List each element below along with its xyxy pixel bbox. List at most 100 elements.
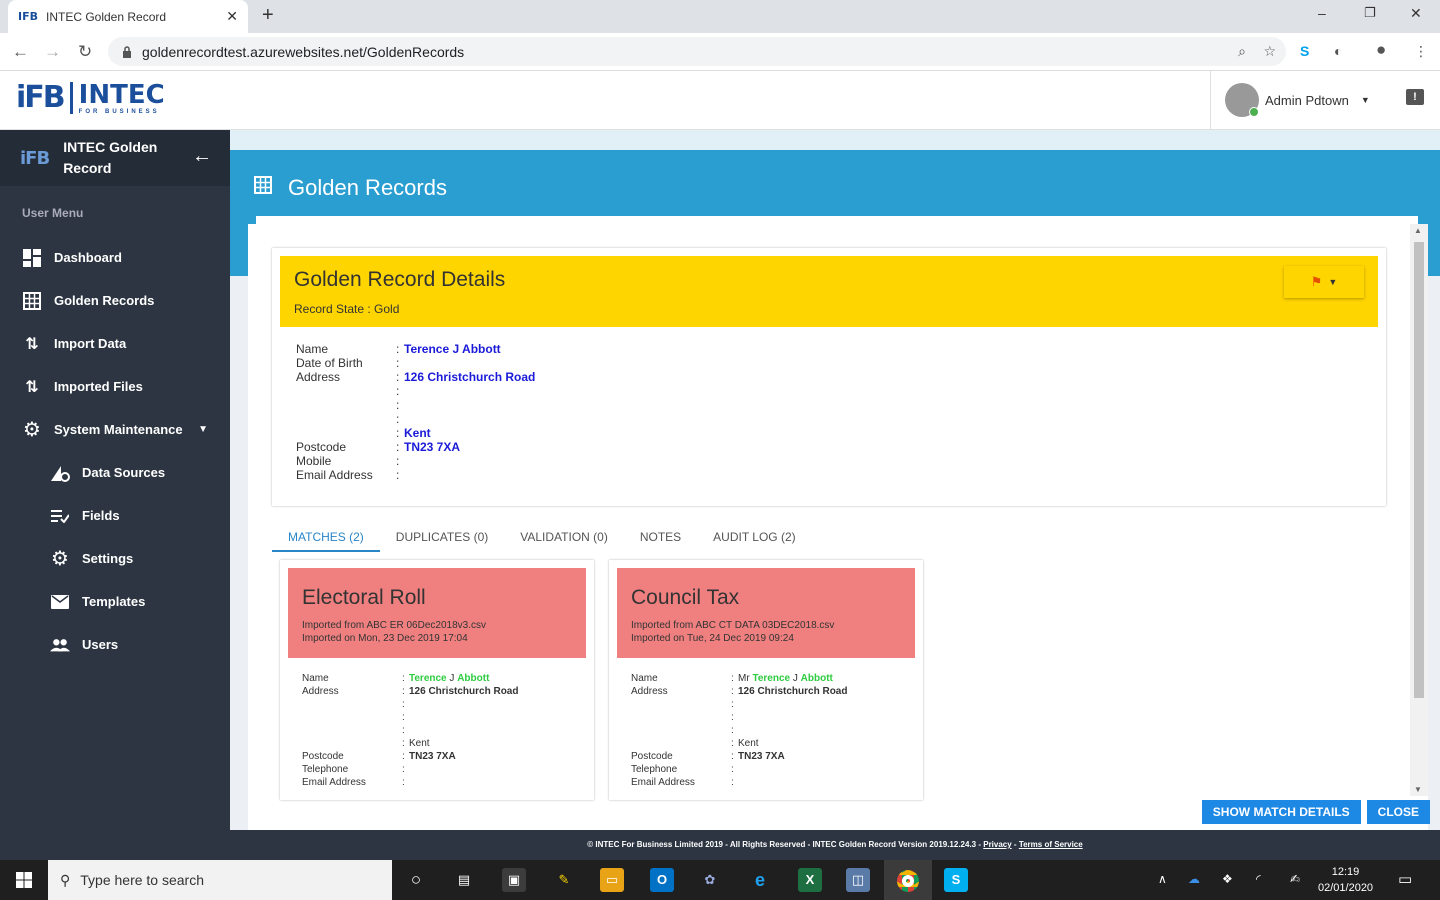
field-value: Kent xyxy=(738,738,759,749)
close-tab-icon[interactable]: ✕ xyxy=(226,8,238,25)
field-value: Mr Terence J Abbott xyxy=(738,673,833,684)
sidebar-item-imported-files[interactable]: ⇅ Imported Files xyxy=(0,365,230,408)
task-view-icon[interactable]: ▤ xyxy=(452,868,476,892)
feedback-icon[interactable]: ! xyxy=(1406,89,1424,105)
scroll-down-icon[interactable]: ▼ xyxy=(1414,785,1422,794)
privacy-link[interactable]: Privacy xyxy=(983,840,1011,849)
profile-icon[interactable]: ● xyxy=(1376,40,1386,60)
zoom-icon[interactable]: ⌕ xyxy=(1238,43,1246,60)
maximize-icon[interactable]: ❐ xyxy=(1364,5,1376,21)
field-label: Email Address xyxy=(631,777,695,788)
details-header: Golden Record Details Record State : Gol… xyxy=(280,256,1378,327)
logo-text: INTEC FOR BUSINESS xyxy=(79,81,165,115)
outlook-icon[interactable]: O xyxy=(650,868,674,892)
back-icon[interactable]: ← xyxy=(12,42,29,62)
field-row: : xyxy=(296,384,535,398)
snipping-tool-icon[interactable]: ◫ xyxy=(846,868,870,892)
forward-icon[interactable]: → xyxy=(44,42,61,62)
tab-audit-log[interactable]: AUDIT LOG (2) xyxy=(697,520,811,552)
field-label: Email Address xyxy=(302,777,366,788)
search-placeholder[interactable]: Type here to search xyxy=(80,872,204,888)
sidebar-item-settings[interactable]: ⚙ Settings xyxy=(0,537,230,580)
tab-duplicates[interactable]: DUPLICATES (0) xyxy=(380,520,504,552)
match-card-council-tax[interactable]: Council Tax Imported from ABC CT DATA 03… xyxy=(609,560,923,800)
cortana-icon[interactable]: ○ xyxy=(404,868,428,892)
user-name[interactable]: Admin Pdtown xyxy=(1265,93,1349,108)
chrome-taskbar-button[interactable] xyxy=(884,860,932,900)
scroll-up-icon[interactable]: ▲ xyxy=(1414,226,1422,235)
close-button[interactable]: CLOSE xyxy=(1366,800,1430,824)
sidebar-item-label: Templates xyxy=(82,594,146,609)
caret-down-icon[interactable]: ▼ xyxy=(1361,95,1370,105)
browser-tab[interactable]: IFB INTEC Golden Record ✕ xyxy=(8,0,248,33)
sidebar-item-label: Golden Records xyxy=(54,293,155,308)
match-imported-on: Imported on Mon, 23 Dec 2019 17:04 xyxy=(302,633,468,644)
users-icon xyxy=(50,635,70,655)
app-footer: © INTEC For Business Limited 2019 - All … xyxy=(230,830,1440,860)
chevron-down-icon[interactable]: ▼ xyxy=(198,424,208,435)
excel-icon[interactable]: X xyxy=(798,868,822,892)
taskbar-search[interactable]: ⚲ Type here to search xyxy=(48,860,392,900)
wifi-icon[interactable]: ◜ xyxy=(1256,872,1261,886)
sidebar-app-name: INTEC Golden Record xyxy=(63,139,158,176)
taskbar-clock[interactable]: 12:19 02/01/2020 xyxy=(1318,864,1373,896)
match-fields: Name: Terence J Abbott Address:126 Christ… xyxy=(302,673,519,788)
tab-matches[interactable]: MATCHES (2) xyxy=(272,520,380,552)
terms-link[interactable]: Terms of Service xyxy=(1019,840,1083,849)
sidebar-item-fields[interactable]: Fields xyxy=(0,494,230,537)
sidebar-item-golden-records[interactable]: Golden Records xyxy=(0,279,230,322)
details-fields: Name: Terence J Abbott Date of Birth: Add… xyxy=(296,342,535,482)
app-icon[interactable]: ✎ xyxy=(552,868,576,892)
pen-icon[interactable]: ✍ xyxy=(1290,872,1300,886)
field-label: Name xyxy=(631,673,658,684)
intec-logo[interactable]: iFB INTEC FOR BUSINESS xyxy=(16,80,165,116)
match-imported-from: Imported from ABC CT DATA 03DEC2018.csv xyxy=(631,620,835,631)
scrollbar-thumb[interactable] xyxy=(1414,242,1424,698)
panel-scrollbar[interactable]: ▲ ▼ xyxy=(1410,224,1428,796)
import-arrows-icon: ⇅ xyxy=(25,335,39,353)
address-toolbar: ← → ↻ goldenrecordtest.azurewebsites.net… xyxy=(0,33,1440,71)
sidebar-item-data-sources[interactable]: Data Sources xyxy=(0,451,230,494)
match-card-electoral-roll[interactable]: Electoral Roll Imported from ABC ER 06De… xyxy=(280,560,594,800)
new-tab-button[interactable]: + xyxy=(262,4,274,27)
flag-dropdown-button[interactable]: ⚑ ▼ xyxy=(1284,266,1364,298)
show-match-details-button[interactable]: SHOW MATCH DETAILS xyxy=(1201,800,1361,824)
windows-start-icon[interactable] xyxy=(16,872,32,888)
windows-taskbar: ⚲ Type here to search ○ ▤ ▣ ✎ ▭ O ✿ e X … xyxy=(0,860,1440,900)
import-arrows-icon: ⇅ xyxy=(25,378,39,396)
reload-icon[interactable]: ↻ xyxy=(78,42,92,62)
file-explorer-icon[interactable]: ▭ xyxy=(600,868,624,892)
tab-validation[interactable]: VALIDATION (0) xyxy=(504,520,624,552)
field-row: : Kent xyxy=(296,426,535,440)
user-menu[interactable]: Admin Pdtown ▼ ! xyxy=(1210,71,1440,129)
collapse-sidebar-icon[interactable]: ← xyxy=(192,145,212,168)
extension-icon[interactable]: ◐ xyxy=(1334,43,1342,59)
tray-chevron-icon[interactable]: ∧ xyxy=(1158,872,1167,886)
field-label xyxy=(296,398,396,412)
url-text[interactable]: goldenrecordtest.azurewebsites.net/Golde… xyxy=(142,44,464,60)
sidebar-item-system-maintenance[interactable]: ⚙ System Maintenance ▼ xyxy=(0,408,230,451)
onedrive-icon[interactable]: ☁ xyxy=(1188,872,1200,886)
logo-ifb: iFB xyxy=(16,80,66,115)
sidebar-item-templates[interactable]: Templates xyxy=(0,580,230,623)
minimize-icon[interactable]: – xyxy=(1318,5,1326,21)
close-window-icon[interactable]: ✕ xyxy=(1410,5,1422,22)
chrome-menu-icon[interactable]: ⋮ xyxy=(1414,43,1428,60)
skype-extension-icon[interactable]: S xyxy=(1300,43,1309,59)
online-status-icon xyxy=(1249,107,1259,117)
dropbox-icon[interactable]: ❖ xyxy=(1222,872,1233,886)
edge-icon[interactable]: e xyxy=(748,868,772,892)
sidebar-item-dashboard[interactable]: Dashboard xyxy=(0,236,230,279)
bookmark-star-icon[interactable]: ☆ xyxy=(1263,43,1276,60)
notifications-icon[interactable]: ▭ xyxy=(1398,870,1412,888)
skype-icon[interactable]: S xyxy=(944,868,968,892)
paint-icon[interactable]: ✿ xyxy=(698,868,722,892)
field-value: Kent xyxy=(409,738,430,749)
field-value: Kent xyxy=(404,426,431,440)
store-icon[interactable]: ▣ xyxy=(502,868,526,892)
sidebar-item-import-data[interactable]: ⇅ Import Data xyxy=(0,322,230,365)
sidebar-item-users[interactable]: Users xyxy=(0,623,230,666)
match-imported-on: Imported on Tue, 24 Dec 2019 09:24 xyxy=(631,633,794,644)
url-bar[interactable]: goldenrecordtest.azurewebsites.net/Golde… xyxy=(108,37,1286,66)
tab-notes[interactable]: NOTES xyxy=(624,520,697,552)
